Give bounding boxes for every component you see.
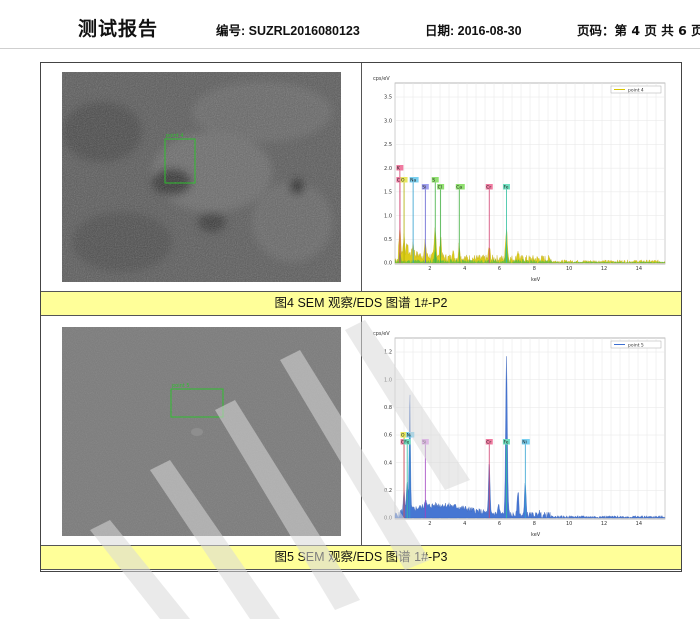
element-label: Ni	[522, 439, 527, 445]
element-label: Cr	[486, 439, 491, 445]
x-tick-label: 14	[636, 521, 642, 527]
spectrum-ylabel: cps/eV	[373, 76, 390, 82]
x-tick-label: 12	[601, 521, 607, 527]
x-tick-label: 4	[463, 266, 466, 272]
element-label: S	[432, 177, 435, 183]
column-divider	[361, 315, 362, 545]
y-tick-label: 1.0	[384, 213, 392, 219]
sem-point-label: point 5	[172, 383, 190, 389]
y-tick-label: 3.0	[384, 118, 392, 124]
y-tick-label: 0.8	[384, 405, 392, 411]
x-tick-label: 6	[498, 266, 501, 272]
spectrum-legend: point 5	[628, 343, 644, 349]
spectrum-xlabel: keV	[531, 277, 541, 283]
spectrum-legend: point 4	[628, 88, 644, 94]
x-tick-label: 10	[566, 521, 572, 527]
y-tick-label: 1.2	[384, 350, 392, 356]
y-tick-label: 2.0	[384, 166, 392, 172]
y-tick-label: 0.5	[384, 237, 392, 243]
element-label: O	[401, 177, 405, 183]
x-tick-label: 8	[533, 521, 536, 527]
element-label: Ni	[407, 432, 412, 438]
sem-point-label: point 4	[166, 133, 184, 139]
element-label: O	[401, 432, 405, 438]
page-info: 页码：第 4 页 共 6 页	[577, 23, 700, 38]
figure-table: point 4 cps/eV 0.0 0.5 1.0 1.5 2.0 2.5 3.0 3.5 …	[40, 62, 682, 572]
y-tick-label: 3.5	[384, 95, 392, 101]
y-tick-label: 2.5	[384, 142, 392, 148]
x-tick-label: 14	[636, 266, 642, 272]
y-tick-label: 0.4	[384, 460, 392, 466]
element-label: C	[397, 177, 400, 183]
report-number: 编号: SUZRL2016080123	[216, 24, 360, 38]
eds-spectrum-p2: cps/eV 0.0 0.5 1.0 1.5 2.0 2.5 3.0 3.5 2 4 6 8 10 12…	[373, 76, 666, 283]
y-tick-label: 1.0	[384, 377, 392, 383]
x-tick-label: 4	[463, 521, 466, 527]
y-tick-label: 0.0	[384, 516, 392, 522]
x-tick-label: 6	[498, 521, 501, 527]
x-tick-label: 12	[601, 266, 607, 272]
y-tick-label: 0.0	[384, 261, 392, 267]
y-tick-label: 0.6	[384, 433, 392, 439]
figure-caption-5: 图5 SEM 观察/EDS 图谱 1#-P3	[41, 545, 681, 570]
report-date: 日期: 2016-08-30	[425, 24, 522, 38]
element-label: Cl	[438, 184, 442, 190]
report-title: 测试报告	[78, 18, 159, 40]
element-label: Fe	[503, 439, 508, 445]
spectrum-xlabel: keV	[531, 532, 541, 538]
element-label: Fe	[503, 184, 508, 190]
x-tick-label: 2	[428, 521, 431, 527]
x-tick-label: 2	[428, 266, 431, 272]
spectrum-ylabel: cps/eV	[373, 331, 390, 337]
sem-image-p2: point 4	[62, 72, 341, 282]
element-label: Si	[422, 184, 426, 190]
x-tick-label: 8	[533, 266, 536, 272]
report-header: 测试报告 编号: SUZRL2016080123 日期: 2016-08-30 …	[0, 0, 700, 52]
figure-caption-4: 图4 SEM 观察/EDS 图谱 1#-P2	[41, 291, 681, 316]
element-label: Cr	[486, 184, 491, 190]
element-label: Na	[410, 177, 416, 183]
y-tick-label: 1.5	[384, 190, 392, 196]
sem-image-p3: point 5	[62, 327, 341, 536]
eds-spectrum-p3: cps/eV 0.00.20.40.60.81.01.2 2 4 6 8 10 12 14 …	[373, 331, 666, 538]
header-divider	[0, 48, 700, 49]
element-label: Si	[422, 439, 426, 445]
element-label: Fe	[404, 439, 409, 445]
y-tick-label: 0.2	[384, 488, 392, 494]
column-divider	[361, 63, 362, 292]
element-label: Ca	[456, 184, 462, 190]
x-tick-label: 10	[566, 266, 572, 272]
